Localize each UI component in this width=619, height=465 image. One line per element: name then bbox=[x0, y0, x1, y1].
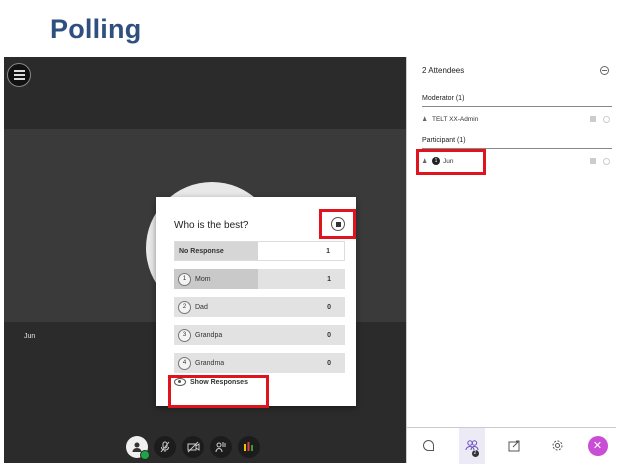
no-response-label: No Response bbox=[179, 247, 224, 255]
more-options-icon[interactable] bbox=[603, 157, 610, 165]
collapse-panel-button[interactable] bbox=[600, 66, 609, 75]
poll-no-response-row: No Response 1 bbox=[174, 241, 345, 261]
microphone-button[interactable] bbox=[154, 436, 176, 458]
highlight-participant bbox=[416, 149, 486, 175]
option-label: Mom bbox=[195, 275, 211, 283]
chat-icon bbox=[423, 439, 434, 451]
moderator-group-title: Moderator (1) bbox=[422, 95, 465, 102]
option-number: 1 bbox=[178, 272, 191, 286]
tab-attendees[interactable]: 2 bbox=[458, 427, 485, 464]
minus-icon bbox=[602, 70, 607, 71]
poll-option-row: 2 Dad 0 bbox=[174, 297, 345, 317]
slide-title: Polling bbox=[50, 14, 142, 44]
poll-question: Who is the best? bbox=[174, 220, 249, 231]
menu-icon bbox=[13, 70, 25, 72]
option-count: 1 bbox=[327, 275, 331, 283]
my-status-button[interactable] bbox=[126, 436, 150, 460]
camera-off-icon bbox=[187, 441, 199, 453]
option-number: 2 bbox=[178, 300, 191, 314]
option-label: Dad bbox=[195, 303, 208, 311]
microphone-icon bbox=[590, 158, 596, 164]
status-dot bbox=[140, 450, 150, 460]
session-controls bbox=[126, 433, 260, 461]
raise-hand-button[interactable] bbox=[210, 436, 232, 458]
menu-button[interactable] bbox=[7, 63, 31, 87]
panel-tab-bar: 2 ✕ bbox=[407, 427, 616, 464]
attendee-moderator[interactable]: ♟ TELT XX-Admin bbox=[422, 112, 612, 126]
share-icon bbox=[244, 442, 253, 451]
user-icon: ♟ bbox=[422, 116, 428, 123]
hand-icon bbox=[215, 442, 226, 453]
attendee-count-badge: 2 bbox=[471, 449, 479, 457]
option-count: 0 bbox=[327, 359, 331, 367]
highlight-stop-poll bbox=[319, 209, 356, 239]
tab-settings[interactable] bbox=[545, 433, 571, 459]
gear-icon bbox=[552, 440, 563, 451]
close-panel-button[interactable]: ✕ bbox=[587, 435, 608, 456]
share-content-icon bbox=[508, 440, 520, 452]
option-number: 3 bbox=[178, 328, 191, 342]
poll-option-row: 4 Grandma 0 bbox=[174, 353, 345, 373]
video-participant-name: Jun bbox=[24, 333, 36, 340]
no-response-count: 1 bbox=[326, 247, 330, 255]
attendee-name: TELT XX-Admin bbox=[432, 115, 479, 123]
poll-option-row: 3 Grandpa 0 bbox=[174, 325, 345, 345]
camera-button[interactable] bbox=[182, 436, 204, 458]
attendees-title: 2 Attendees bbox=[422, 66, 465, 75]
mic-off-icon bbox=[160, 441, 170, 453]
participant-group-title: Participant (1) bbox=[422, 137, 466, 144]
attendees-panel: 2 Attendees Moderator (1) ♟ TELT XX-Admi… bbox=[406, 57, 616, 464]
close-icon: ✕ bbox=[592, 440, 603, 452]
option-label: Grandma bbox=[195, 359, 225, 367]
option-number: 4 bbox=[178, 356, 191, 370]
divider bbox=[422, 106, 612, 107]
tab-chat[interactable] bbox=[416, 433, 442, 459]
collaborate-window: Jun Who is the best? No Response 1 1 Mom… bbox=[4, 57, 616, 464]
share-content-button[interactable] bbox=[238, 436, 260, 458]
microphone-icon bbox=[590, 116, 596, 122]
option-count: 0 bbox=[327, 331, 331, 339]
option-label: Grandpa bbox=[195, 331, 223, 339]
highlight-show-responses bbox=[168, 375, 269, 408]
option-count: 0 bbox=[327, 303, 331, 311]
tab-share[interactable] bbox=[502, 433, 528, 459]
more-options-icon[interactable] bbox=[603, 115, 610, 123]
poll-option-row: 1 Mom 1 bbox=[174, 269, 345, 289]
